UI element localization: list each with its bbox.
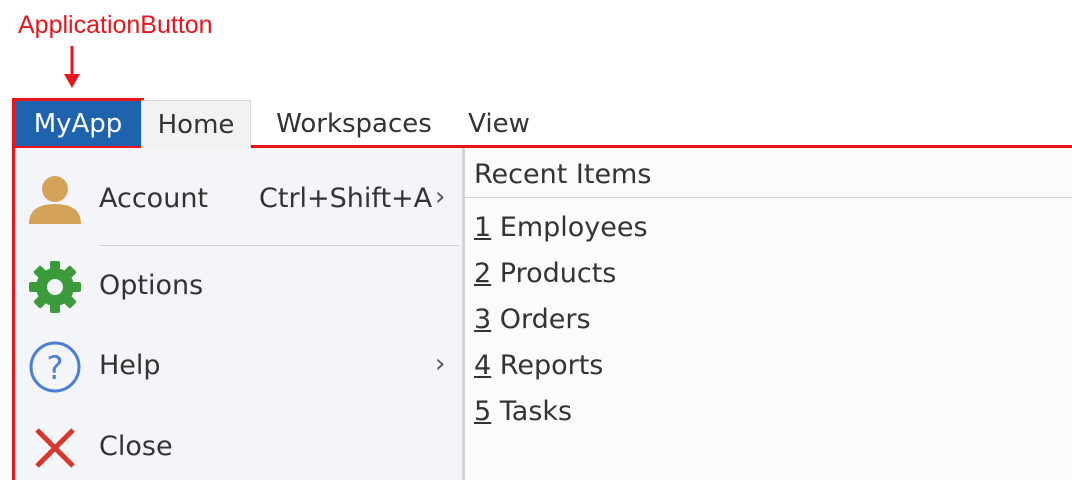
- recent-item-reports[interactable]: 4 Reports: [474, 350, 603, 381]
- recent-item-number: 5: [474, 396, 492, 427]
- chevron-right-icon: ›: [435, 182, 446, 212]
- recent-item-number: 4: [474, 350, 492, 381]
- annotation-label: ApplicationButton: [18, 11, 213, 39]
- menu-item-label: Options: [99, 270, 204, 301]
- annotation-arrow-icon: [64, 46, 80, 88]
- recent-item-label: Reports: [499, 350, 604, 381]
- recent-item-employees[interactable]: 1 Employees: [474, 212, 648, 243]
- recent-item-label: Employees: [499, 212, 648, 243]
- menu-item-help[interactable]: ? Help ›: [15, 323, 465, 403]
- menu-item-close[interactable]: Close: [15, 404, 465, 484]
- tab-view[interactable]: View: [459, 100, 539, 147]
- chevron-right-icon: ›: [435, 349, 446, 379]
- ribbon-tabbar: MyApp Home Workspaces View: [12, 98, 1072, 148]
- recent-item-orders[interactable]: 3 Orders: [474, 304, 591, 335]
- recent-item-label: Orders: [499, 304, 591, 335]
- menu-item-options[interactable]: Options: [15, 243, 465, 323]
- recent-items-panel: Recent Items 1 Employees 2 Products 3 Or…: [462, 148, 1072, 480]
- svg-text:?: ?: [47, 349, 64, 387]
- recent-items-separator: [465, 197, 1072, 198]
- menu-item-label: Help: [99, 350, 161, 381]
- recent-item-number: 2: [474, 258, 492, 289]
- recent-item-tasks[interactable]: 5 Tasks: [474, 396, 572, 427]
- menu-item-account[interactable]: Account Ctrl+Shift+A ›: [15, 156, 465, 246]
- recent-items-header: Recent Items: [474, 159, 652, 190]
- recent-item-products[interactable]: 2 Products: [474, 258, 616, 289]
- recent-item-label: Tasks: [499, 396, 573, 427]
- application-menu: Account Ctrl+Shift+A › Options ? Help ›: [12, 148, 462, 480]
- tab-workspaces[interactable]: Workspaces: [266, 100, 442, 147]
- recent-item-label: Products: [499, 258, 617, 289]
- close-icon: [35, 428, 75, 468]
- menu-item-label: Account: [99, 183, 209, 214]
- recent-item-number: 3: [474, 304, 492, 335]
- user-icon: [29, 176, 81, 224]
- menu-item-label: Close: [99, 431, 173, 462]
- gear-icon: [29, 261, 81, 313]
- application-button[interactable]: MyApp: [12, 98, 144, 146]
- help-icon: ?: [29, 341, 81, 393]
- recent-item-number: 1: [474, 212, 492, 243]
- tab-home[interactable]: Home: [141, 100, 251, 148]
- menu-shortcut: Ctrl+Shift+A: [259, 183, 433, 214]
